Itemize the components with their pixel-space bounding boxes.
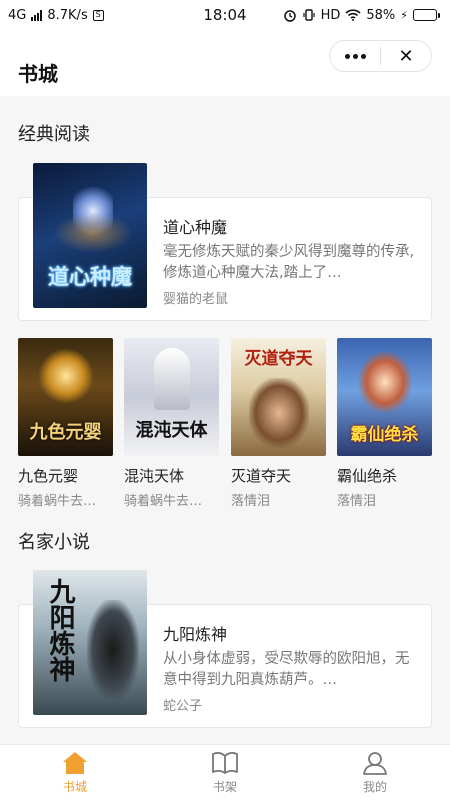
- book-author: 落情泪: [231, 494, 271, 509]
- battery-percent: 58%: [366, 7, 396, 23]
- cover-title-text: 九色元婴: [29, 422, 102, 443]
- network-type: 4G: [8, 7, 27, 23]
- data-saver-icon: S: [92, 9, 104, 21]
- featured-book-description: 从小身体虚弱，受尽欺辱的欧阳旭，无意中得到九阳真炼葫芦。…: [163, 651, 410, 688]
- book-title: 混沌天体: [124, 467, 185, 485]
- mini-program-capsule: ✕: [329, 40, 432, 72]
- wifi-icon: [345, 9, 361, 21]
- home-icon: [63, 752, 87, 774]
- featured-book-author: 蛇公子: [163, 699, 203, 714]
- charging-icon: ⚡: [400, 8, 408, 22]
- cover-title-text: 混沌天体: [135, 420, 208, 441]
- featured-book-cover[interactable]: 九阳炼神: [33, 570, 147, 715]
- alarm-icon: [283, 10, 296, 22]
- book-author: 骑着蜗牛去…: [124, 494, 203, 509]
- user-icon: [363, 752, 387, 775]
- battery-icon: [413, 9, 440, 21]
- more-dots-icon: [344, 53, 366, 59]
- book-title: 灭道夺天: [231, 467, 292, 485]
- tab-label: 我的: [362, 780, 387, 794]
- book-cover: 混沌天体: [124, 338, 219, 456]
- status-bar: 4G 8.7K/s S 18:04 HD 58% ⚡: [0, 0, 450, 30]
- vibrate-icon: [302, 9, 315, 21]
- book-item[interactable]: 混沌天体 混沌天体 骑着蜗牛去…: [124, 338, 219, 509]
- book-title: 九色元婴: [18, 467, 79, 485]
- book-cover: 九色元婴: [18, 338, 113, 456]
- close-icon: ✕: [398, 45, 414, 67]
- book-item[interactable]: 霸仙绝杀 霸仙绝杀 落情泪: [337, 338, 432, 509]
- featured-book-description: 毫无修炼天赋的秦少风得到魔尊的传承,修炼道心种魔大法,踏上了…: [163, 244, 415, 281]
- book-icon: [212, 752, 238, 774]
- signal-icon: [31, 9, 43, 21]
- cover-title-text: 灭道夺天: [244, 349, 313, 369]
- book-author: 骑着蜗牛去…: [18, 494, 97, 509]
- more-button[interactable]: [330, 41, 380, 71]
- tab-bookstore[interactable]: 书城: [0, 745, 150, 800]
- book-grid: 九色元婴 九色元婴 骑着蜗牛去… 混沌天体 混沌天体 骑着蜗牛去… 灭道夺天 灭…: [18, 338, 432, 509]
- tab-mine[interactable]: 我的: [300, 745, 450, 800]
- featured-book-author: 婴猫的老鼠: [163, 292, 229, 307]
- section-title-famous: 名家小说: [18, 532, 90, 553]
- tab-bar: 书城 书架 我的: [0, 744, 450, 800]
- book-title: 霸仙绝杀: [337, 467, 398, 485]
- tab-label: 书城: [62, 780, 87, 794]
- cover-title-text: 九阳炼神: [45, 578, 75, 682]
- hd-label: HD: [320, 7, 341, 23]
- page-title: 书城: [18, 62, 58, 86]
- book-item[interactable]: 九色元婴 九色元婴 骑着蜗牛去…: [18, 338, 113, 509]
- featured-book-title: 九阳炼神: [163, 625, 228, 644]
- close-button[interactable]: ✕: [381, 41, 431, 71]
- cover-title-text: 霸仙绝杀: [350, 425, 419, 445]
- network-speed: 8.7K/s: [47, 7, 88, 23]
- section-title-classic: 经典阅读: [18, 124, 90, 145]
- tab-label: 书架: [212, 780, 237, 794]
- cover-title-text: 道心种魔: [48, 264, 132, 289]
- book-item[interactable]: 灭道夺天 灭道夺天 落情泪: [231, 338, 326, 509]
- book-author: 落情泪: [337, 494, 377, 509]
- featured-book-cover[interactable]: 道心种魔: [33, 163, 147, 308]
- book-cover: 霸仙绝杀: [337, 338, 432, 456]
- header: 书城 ✕: [0, 30, 450, 96]
- book-cover: 灭道夺天: [231, 338, 326, 456]
- tab-bookshelf[interactable]: 书架: [150, 745, 300, 800]
- featured-book-title: 道心种魔: [163, 218, 228, 237]
